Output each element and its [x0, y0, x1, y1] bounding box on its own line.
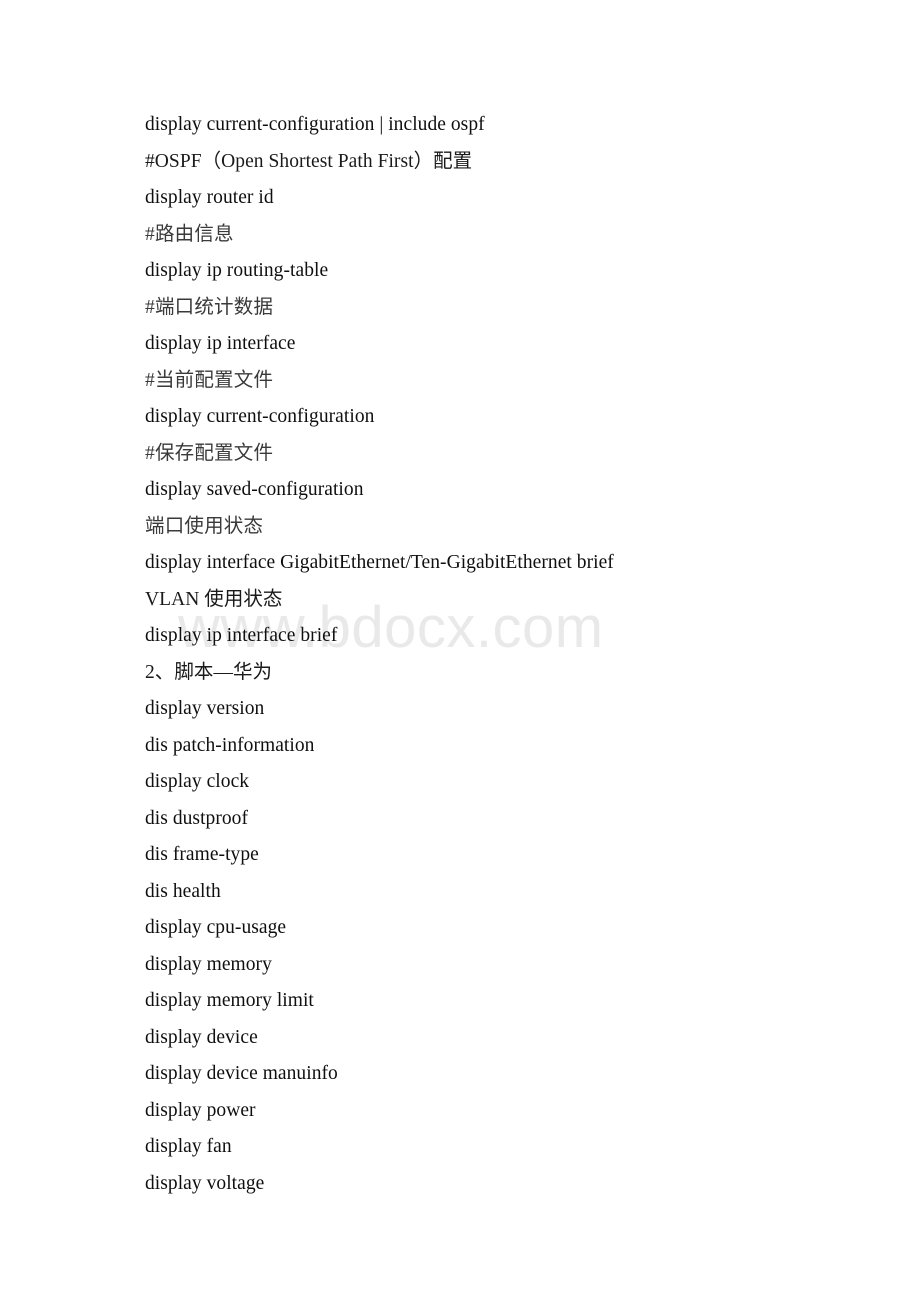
text-line: display ip routing-table [145, 260, 329, 281]
text-line: 2、脚本—华为 [145, 661, 273, 683]
text-line: #保存配置文件 [145, 442, 274, 464]
text-line: display device manuinfo [145, 1063, 338, 1084]
text-line: VLAN 使用状态 [145, 588, 283, 610]
text-line: display device [145, 1026, 258, 1048]
text-line: display memory limit [145, 990, 314, 1011]
text-line: display cpu-usage [145, 917, 287, 938]
text-line: display saved-configuration [145, 479, 364, 500]
text-line: display interface GigabitEthernet/Ten-Gi… [145, 552, 614, 573]
document-text-body: display current-configuration | include … [145, 107, 885, 1202]
text-line: display power [145, 1099, 256, 1121]
text-line: dis frame-type [145, 844, 259, 865]
text-line: display current-configuration [145, 406, 375, 427]
text-line: dis health [145, 880, 221, 902]
document-page: www.bdocx.com display current-configurat… [0, 0, 920, 1302]
text-line: #路由信息 [145, 223, 234, 245]
text-line: dis dustproof [145, 807, 249, 829]
text-line: #当前配置文件 [145, 369, 274, 391]
text-line: display router id [145, 187, 274, 208]
text-line: #端口统计数据 [145, 296, 274, 318]
text-line: display clock [145, 771, 250, 792]
text-line: display memory [145, 953, 272, 975]
text-line: display ip interface brief [145, 625, 338, 646]
text-line: dis patch-information [145, 734, 315, 756]
text-line: #OSPF（Open Shortest Path First）配置 [145, 150, 473, 172]
text-line: display voltage [145, 1172, 265, 1194]
text-line: display version [145, 698, 265, 719]
text-line: display fan [145, 1136, 232, 1157]
text-line: 端口使用状态 [145, 515, 264, 537]
text-line: display current-configuration | include … [145, 114, 485, 135]
text-line: display ip interface [145, 333, 296, 354]
